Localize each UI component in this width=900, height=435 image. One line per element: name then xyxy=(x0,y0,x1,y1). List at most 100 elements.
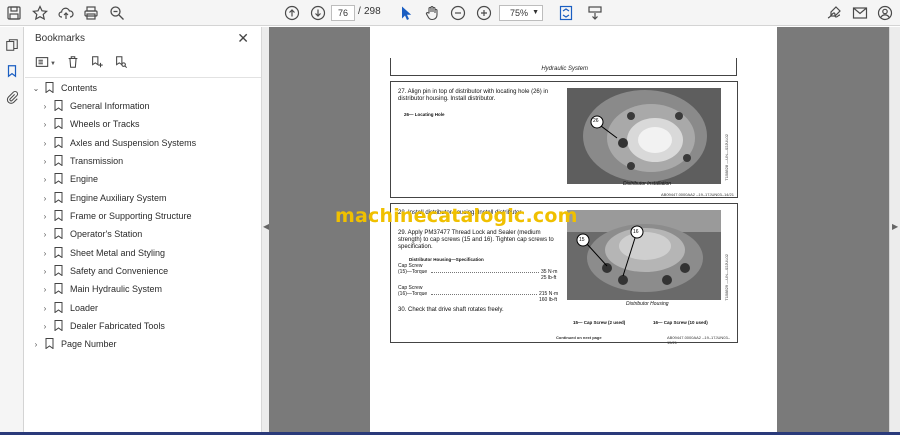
bookmark-item[interactable]: › Page Number xyxy=(31,336,117,352)
bookmark-item[interactable]: › General Information xyxy=(40,98,150,114)
reference-code-1: AB09447.0000AA2 –19–17JUN03–14/21 xyxy=(661,192,734,197)
chevron-right-icon[interactable]: › xyxy=(40,194,50,203)
bookmark-item[interactable]: › Main Hydraulic System xyxy=(40,281,162,297)
account-icon[interactable] xyxy=(876,4,894,22)
continued-note: Continued on next page xyxy=(556,335,602,340)
pdf-page: Hydraulic System 27. Align pin in top of… xyxy=(370,27,777,435)
bookmark-options-icon[interactable] xyxy=(35,55,49,74)
bookmark-item[interactable]: › Operator's Station xyxy=(40,226,142,242)
bookmark-item[interactable]: › Safety and Convenience xyxy=(40,263,168,279)
prev-page-icon[interactable] xyxy=(283,4,301,22)
distributor-housing-photo: 15 16 xyxy=(567,210,721,300)
add-bookmark-icon[interactable] xyxy=(90,55,104,74)
zoom-select[interactable]: 75% ▼ xyxy=(499,5,543,21)
pages-thumbnail-icon[interactable] xyxy=(4,37,20,53)
scroll-mode-icon[interactable] xyxy=(586,4,604,22)
upload-cloud-icon[interactable] xyxy=(57,4,75,22)
star-icon[interactable] xyxy=(31,4,49,22)
bookmark-item[interactable]: › Wheels or Tracks xyxy=(40,116,140,132)
leader-line xyxy=(431,272,539,273)
attachment-icon[interactable] xyxy=(4,89,20,105)
legend-15: 15— Cap Screw (2 used) xyxy=(573,320,626,325)
chevron-right-icon[interactable]: › xyxy=(40,249,50,258)
hand-tool-icon[interactable] xyxy=(423,4,441,22)
distributor-installation-photo: 26 xyxy=(567,88,721,184)
find-bookmark-icon[interactable] xyxy=(114,55,128,74)
bookmark-icon xyxy=(45,82,55,94)
bookmark-icon xyxy=(54,192,64,204)
close-icon[interactable]: ✕ xyxy=(237,30,249,47)
spec-1-value-lbft: 25 lb-ft xyxy=(541,275,557,281)
bookmark-item[interactable]: › Frame or Supporting Structure xyxy=(40,208,192,224)
fit-page-icon[interactable] xyxy=(557,4,575,22)
chevron-right-icon[interactable]: › xyxy=(40,230,50,239)
photo-code-1: T158828 —UN—02JUL02 xyxy=(724,134,729,181)
bookmark-icon xyxy=(54,320,64,332)
chevron-right-icon[interactable]: › xyxy=(40,139,50,148)
options-chevron-icon[interactable]: ▼ xyxy=(50,61,56,67)
mail-icon[interactable] xyxy=(851,4,869,22)
bookmark-label: Contents xyxy=(61,83,98,93)
page-separator: / xyxy=(358,6,361,17)
page-total: 298 xyxy=(364,6,381,17)
expand-arrow-icon[interactable]: ▶ xyxy=(892,222,898,231)
chevron-right-icon[interactable]: › xyxy=(40,212,50,221)
bookmark-label: Axles and Suspension Systems xyxy=(70,138,197,148)
leader-line xyxy=(431,294,537,295)
bookmark-item[interactable]: › Dealer Fabricated Tools xyxy=(40,318,165,334)
bookmark-icon xyxy=(54,118,64,130)
bookmark-label: Dealer Fabricated Tools xyxy=(70,321,165,331)
zoom-value: 75% xyxy=(510,8,529,18)
chevron-right-icon[interactable]: › xyxy=(40,175,50,184)
bookmark-icon xyxy=(54,247,64,259)
bookmark-label: Safety and Convenience xyxy=(70,266,169,276)
zoom-search-icon[interactable] xyxy=(108,4,126,22)
chevron-right-icon[interactable]: › xyxy=(40,102,50,111)
bookmark-tools: ▼ xyxy=(35,55,128,73)
callout-15: 15 xyxy=(579,237,585,243)
bookmark-label: Engine xyxy=(70,174,99,184)
chevron-right-icon[interactable]: › xyxy=(40,304,50,313)
step-29-text: 29. Apply PM37477 Thread Lock and Sealer… xyxy=(398,230,554,250)
page-header: Hydraulic System xyxy=(541,66,588,72)
save-icon[interactable] xyxy=(5,4,23,22)
bookmark-label: Wheels or Tracks xyxy=(70,119,140,129)
panel-splitter[interactable]: ◀ xyxy=(261,27,269,435)
next-page-icon[interactable] xyxy=(309,4,327,22)
bookmark-label: Frame or Supporting Structure xyxy=(70,211,192,221)
bookmark-item[interactable]: › Engine Auxiliary System xyxy=(40,190,167,206)
document-viewer[interactable]: Hydraulic System 27. Align pin in top of… xyxy=(269,27,889,435)
bookmark-item[interactable]: › Loader xyxy=(40,300,98,316)
bookmark-item[interactable]: ⌄ Contents xyxy=(31,80,97,96)
bookmark-item[interactable]: › Sheet Metal and Styling xyxy=(40,245,165,261)
chevron-right-icon[interactable]: › xyxy=(40,120,50,129)
chevron-right-icon[interactable]: › xyxy=(40,285,50,294)
bookmark-item[interactable]: › Transmission xyxy=(40,153,123,169)
bookmark-panel-icon[interactable] xyxy=(4,63,20,79)
page-number-input[interactable]: 76 xyxy=(331,5,355,21)
callout-26: 26 xyxy=(593,118,599,124)
chevron-down-icon: ▼ xyxy=(532,9,539,16)
zoom-in-icon[interactable] xyxy=(475,4,493,22)
bookmark-label: Main Hydraulic System xyxy=(70,284,163,294)
select-cursor-icon[interactable] xyxy=(397,4,415,22)
bookmark-label: Page Number xyxy=(61,339,117,349)
print-icon[interactable] xyxy=(82,4,100,22)
bookmark-item[interactable]: › Engine xyxy=(40,171,98,187)
watermark: machinecatalogic.com xyxy=(335,205,578,227)
chevron-right-icon[interactable]: › xyxy=(40,157,50,166)
bookmark-label: Transmission xyxy=(70,156,124,166)
sign-icon[interactable] xyxy=(825,4,843,22)
page-header-box: Hydraulic System xyxy=(390,58,737,76)
zoom-out-icon[interactable] xyxy=(449,4,467,22)
chevron-right-icon[interactable]: › xyxy=(40,322,50,331)
chevron-down-icon[interactable]: ⌄ xyxy=(31,84,41,93)
chevron-right-icon[interactable]: › xyxy=(40,267,50,276)
right-panel-toggle[interactable]: ▶ xyxy=(889,27,900,435)
bookmark-item[interactable]: › Axles and Suspension Systems xyxy=(40,135,196,151)
bookmark-icon xyxy=(54,228,64,240)
toolbar: 76 / 298 75% ▼ xyxy=(0,0,900,26)
chevron-right-icon[interactable]: › xyxy=(31,340,41,349)
delete-bookmark-icon[interactable] xyxy=(66,55,80,74)
bookmark-label: General Information xyxy=(70,101,150,111)
